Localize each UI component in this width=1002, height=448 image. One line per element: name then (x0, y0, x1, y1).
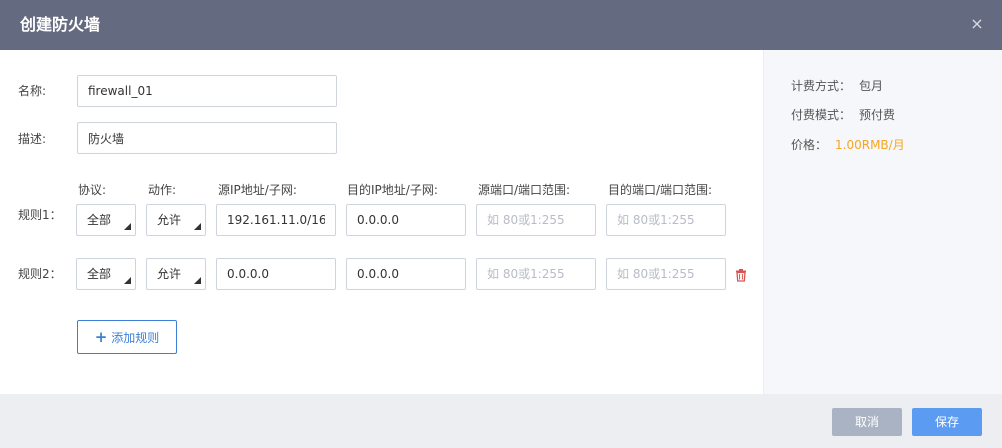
dest-ip-header: 目的IP地址/子网: (347, 183, 438, 197)
price-value: 1.00RMB/月 (835, 138, 905, 152)
name-input[interactable] (77, 75, 337, 107)
rule-2-protocol-select[interactable]: 全部 (76, 258, 136, 290)
close-icon[interactable]: × (967, 14, 987, 34)
rule-1-action-value: 允许 (157, 213, 182, 227)
plus-icon: + (94, 328, 108, 346)
name-label: 名称: (18, 84, 47, 98)
payment-mode-value: 预付费 (859, 108, 896, 122)
rule-2-label: 规则2： (18, 267, 62, 281)
dialog-header: 创建防火墙 × (0, 0, 1002, 50)
rule-2-action-value: 允许 (157, 267, 182, 281)
payment-mode-label: 付费模式： (791, 108, 852, 122)
dest-port-header: 目的端口/端口范围: (608, 183, 713, 197)
rule-1-dest-port-input[interactable] (606, 204, 726, 236)
cancel-button[interactable]: 取消 (832, 408, 902, 436)
rule-1-action-select[interactable]: 允许 (146, 204, 206, 236)
trash-icon[interactable] (734, 268, 748, 282)
price-row: 价格： 1.00RMB/月 (791, 137, 905, 153)
action-header: 动作: (148, 183, 177, 197)
rule-1-protocol-value: 全部 (87, 213, 112, 227)
billing-method-row: 计费方式： 包月 (791, 78, 883, 94)
billing-panel (763, 50, 1002, 394)
source-ip-header: 源IP地址/子网: (218, 183, 297, 197)
payment-mode-row: 付费模式： 预付费 (791, 107, 895, 123)
price-label: 价格： (791, 138, 828, 152)
add-rule-button[interactable]: + 添加规则 (77, 320, 177, 354)
dropdown-caret-icon (194, 277, 201, 284)
rule-2-dest-ip-input[interactable] (346, 258, 466, 290)
billing-method-value: 包月 (859, 79, 884, 93)
rule-2-action-select[interactable]: 允许 (146, 258, 206, 290)
description-label: 描述: (18, 132, 47, 146)
description-input[interactable] (77, 122, 337, 154)
dropdown-caret-icon (124, 277, 131, 284)
rule-1-label: 规则1： (18, 208, 62, 222)
rule-1-source-port-input[interactable] (476, 204, 596, 236)
dialog-title: 创建防火墙 (20, 15, 101, 34)
source-port-header: 源端口/端口范围: (478, 183, 571, 197)
add-rule-label: 添加规则 (111, 331, 160, 345)
save-button[interactable]: 保存 (912, 408, 982, 436)
rule-1-source-ip-input[interactable] (216, 204, 336, 236)
rule-1-protocol-select[interactable]: 全部 (76, 204, 136, 236)
rule-2-dest-port-input[interactable] (606, 258, 726, 290)
protocol-header: 协议: (78, 183, 107, 197)
rule-2-source-ip-input[interactable] (216, 258, 336, 290)
rule-2-source-port-input[interactable] (476, 258, 596, 290)
rule-1-dest-ip-input[interactable] (346, 204, 466, 236)
billing-method-label: 计费方式： (791, 79, 852, 93)
dropdown-caret-icon (124, 223, 131, 230)
dropdown-caret-icon (194, 223, 201, 230)
rule-2-protocol-value: 全部 (87, 267, 112, 281)
